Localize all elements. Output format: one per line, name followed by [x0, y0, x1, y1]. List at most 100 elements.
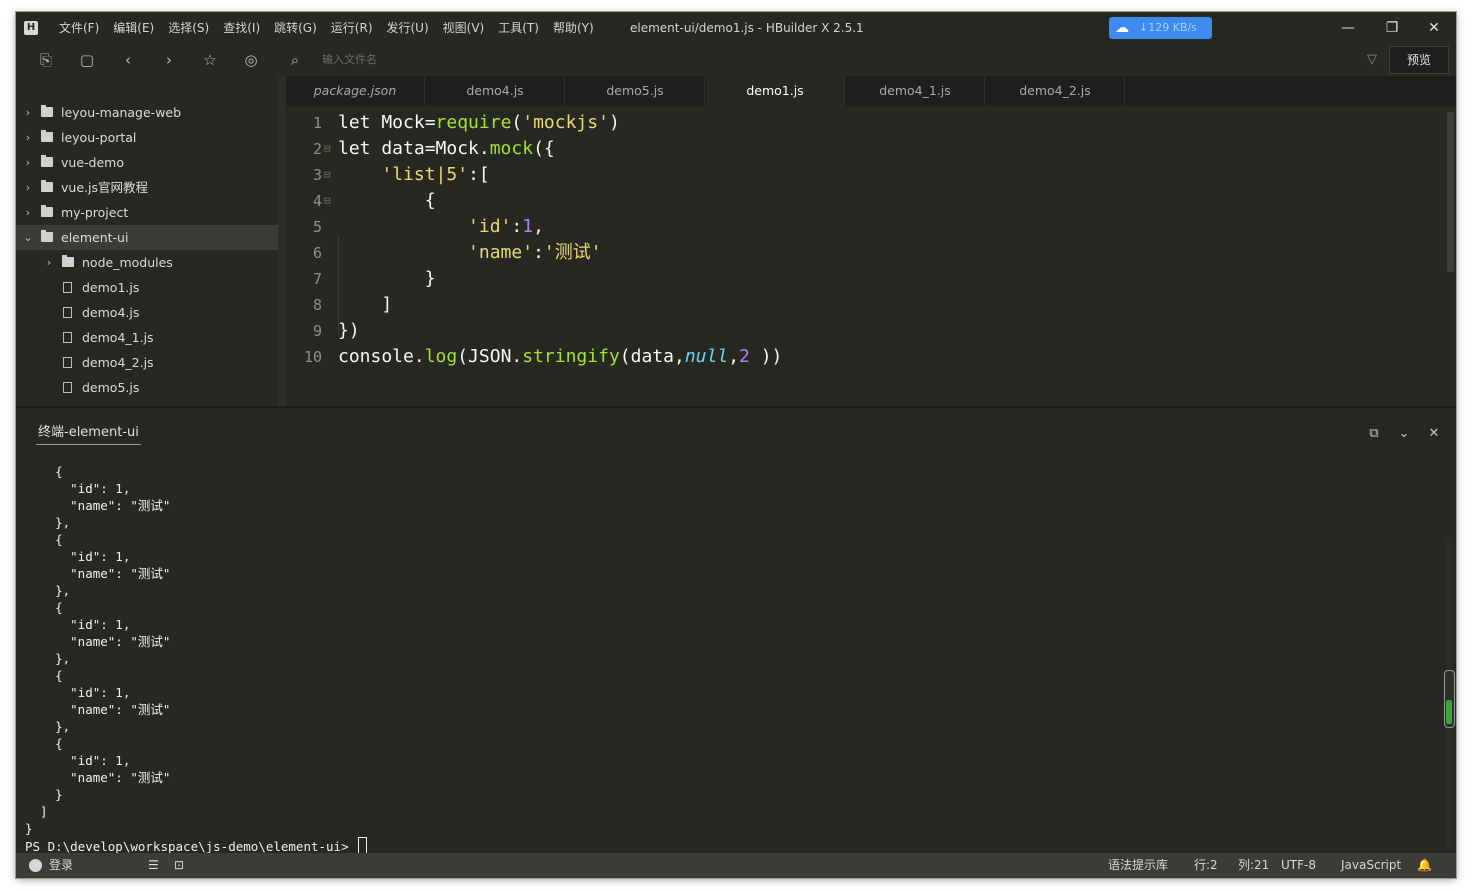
close-icon[interactable]: ✕: [1424, 424, 1444, 444]
grammar-library[interactable]: 语法提示库: [1108, 853, 1168, 878]
cursor-col[interactable]: 列:21: [1238, 853, 1269, 878]
console-icon[interactable]: ⊡: [174, 853, 184, 878]
terminal-output[interactable]: { "id": 1, "name": "测试" }, { "id": 1, "n…: [25, 463, 1425, 854]
tree-item[interactable]: › node_modules: [16, 250, 278, 275]
menu-item-7[interactable]: 视图(V): [436, 12, 492, 44]
tree-item[interactable]: demo4_1.js: [16, 325, 278, 350]
code-token: ,: [728, 346, 740, 367]
code-line[interactable]: 6 'name':'测试': [286, 240, 1446, 266]
menu-item-5[interactable]: 运行(R): [324, 12, 380, 44]
save-icon[interactable]: ▢: [76, 50, 98, 70]
close-button[interactable]: ✕: [1414, 12, 1454, 44]
chevron-right-icon[interactable]: ›: [22, 175, 34, 200]
open-external-icon[interactable]: ⧉: [1364, 424, 1384, 444]
code-line[interactable]: 7 }: [286, 266, 1446, 292]
tree-item[interactable]: demo5.js: [16, 375, 278, 400]
code-line[interactable]: 9}): [286, 318, 1446, 344]
folder-icon: [41, 230, 53, 242]
tree-item-label: my-project: [61, 205, 129, 220]
chevron-right-icon[interactable]: ›: [22, 125, 34, 150]
menu-item-9[interactable]: 帮助(Y): [546, 12, 601, 44]
code-line[interactable]: 3 ⊟ 'list|5':[: [286, 162, 1446, 188]
chevron-right-icon[interactable]: ›: [43, 250, 55, 275]
code-line[interactable]: 1 let Mock=require('mockjs'): [286, 110, 1446, 136]
encoding-selector[interactable]: UTF-8: [1281, 853, 1316, 878]
line-number: 7: [312, 270, 322, 288]
forward-icon[interactable]: ›: [158, 50, 180, 70]
menu-item-8[interactable]: 工具(T): [491, 12, 546, 44]
code-line[interactable]: 8 ]: [286, 292, 1446, 318]
ide-window: H 文件(F) 编辑(E) 选择(S) 查找(I) 跳转(G) 运行(R) 发行(U) 视图(…: [16, 12, 1456, 878]
cursor-row[interactable]: 行:2: [1194, 853, 1218, 878]
tree-item[interactable]: › my-project: [16, 200, 278, 225]
code-line[interactable]: 10 console.log(JSON.stringify(data,null,2…: [286, 344, 1446, 370]
fold-toggle-icon[interactable]: ⊟: [324, 188, 331, 214]
terminal-line: {: [25, 668, 63, 683]
tree-item[interactable]: › vue.js官网教程: [16, 175, 278, 200]
menu-item-6[interactable]: 发行(U): [380, 12, 436, 44]
tree-item[interactable]: › vue-demo: [16, 150, 278, 175]
editor-scrollbar[interactable]: [1447, 112, 1454, 272]
code-line[interactable]: 4 ⊟ {: [286, 188, 1446, 214]
editor-tab[interactable]: demo4.js: [426, 76, 565, 106]
code-line[interactable]: 2 ⊟ let data=Mock.mock({: [286, 136, 1446, 162]
filter-icon[interactable]: ▽: [1362, 50, 1382, 70]
run-icon[interactable]: ◎: [240, 50, 262, 70]
menu-item-3[interactable]: 查找(I): [216, 12, 267, 44]
list-icon[interactable]: ☰: [148, 853, 159, 878]
collapse-icon[interactable]: ⌄: [1394, 424, 1414, 444]
tree-item[interactable]: ⌄ element-ui: [16, 225, 278, 250]
terminal-cursor: [358, 837, 368, 854]
menu-item-2[interactable]: 选择(S): [161, 12, 216, 44]
user-avatar-icon[interactable]: [29, 859, 42, 872]
star-icon[interactable]: ☆: [199, 50, 221, 70]
restore-button[interactable]: ❐: [1372, 12, 1412, 44]
tree-item[interactable]: demo1.js: [16, 275, 278, 300]
code-editor[interactable]: 1 let Mock=require('mockjs') 2 ⊟ let data=Mo…: [286, 106, 1456, 406]
editor-tab[interactable]: demo4_2.js: [986, 76, 1125, 106]
bell-icon[interactable]: 🔔: [1417, 853, 1432, 878]
code-line[interactable]: 5 'id':1,: [286, 214, 1446, 240]
chevron-down-icon[interactable]: ⌄: [22, 225, 34, 250]
fold-toggle-icon[interactable]: ⊟: [324, 136, 331, 162]
terminal-line: "name": "测试": [25, 566, 171, 581]
preview-button[interactable]: 预览: [1389, 46, 1449, 74]
file-search-icon[interactable]: ⌕: [284, 50, 306, 70]
chevron-right-icon[interactable]: ›: [22, 100, 34, 125]
folder-icon: [41, 205, 53, 217]
network-speed-badge[interactable]: ☁ ↓129 KB/s: [1109, 17, 1212, 39]
new-file-icon[interactable]: ⎘: [35, 50, 57, 70]
toolbar: ⎘ ▢ ‹ › ☆ ◎ ⌕ 输入文件名 ▽ 预览: [16, 44, 1456, 76]
language-mode[interactable]: JavaScript: [1341, 853, 1401, 878]
status-bar: 登录 ☰ ⊡ 语法提示库 行:2 列:21 UTF-8 JavaScript 🔔: [16, 853, 1456, 878]
tree-item[interactable]: demo4.js: [16, 300, 278, 325]
chevron-right-icon[interactable]: ›: [22, 200, 34, 225]
network-speed-text: ↓129 KB/s: [1139, 21, 1197, 34]
editor-tab[interactable]: demo1.js: [706, 76, 845, 106]
tree-item-label: vue.js官网教程: [61, 180, 148, 195]
back-icon[interactable]: ‹: [117, 50, 139, 70]
fold-toggle-icon[interactable]: ⊟: [324, 162, 331, 188]
file-icon: [63, 332, 72, 343]
menu-item-4[interactable]: 跳转(G): [267, 12, 324, 44]
minimize-button[interactable]: —: [1328, 12, 1368, 44]
menu-item-0[interactable]: 文件(F): [52, 12, 106, 44]
menu-item-1[interactable]: 编辑(E): [106, 12, 161, 44]
terminal-line: {: [25, 532, 63, 547]
file-search-input[interactable]: 输入文件名: [322, 50, 377, 70]
terminal-scroll-thumb[interactable]: [1446, 700, 1452, 724]
editor-tab[interactable]: package.json: [286, 76, 425, 106]
tree-item[interactable]: › leyou-manage-web: [16, 100, 278, 125]
tree-item[interactable]: demo4_2.js: [16, 350, 278, 375]
chevron-right-icon[interactable]: ›: [22, 150, 34, 175]
terminal-prompt[interactable]: PS D:\develop\workspace\js-demo\element-…: [25, 837, 1425, 854]
folder-icon: [41, 105, 53, 117]
code-token: 'mockjs': [522, 112, 609, 133]
terminal-tab[interactable]: 终端-element-ui: [36, 422, 141, 445]
tree-item[interactable]: › leyou-portal: [16, 125, 278, 150]
editor-tab[interactable]: demo5.js: [566, 76, 705, 106]
sidebar-scrollbar[interactable]: [278, 76, 286, 406]
editor-tab[interactable]: demo4_1.js: [846, 76, 985, 106]
login-link[interactable]: 登录: [49, 853, 73, 878]
